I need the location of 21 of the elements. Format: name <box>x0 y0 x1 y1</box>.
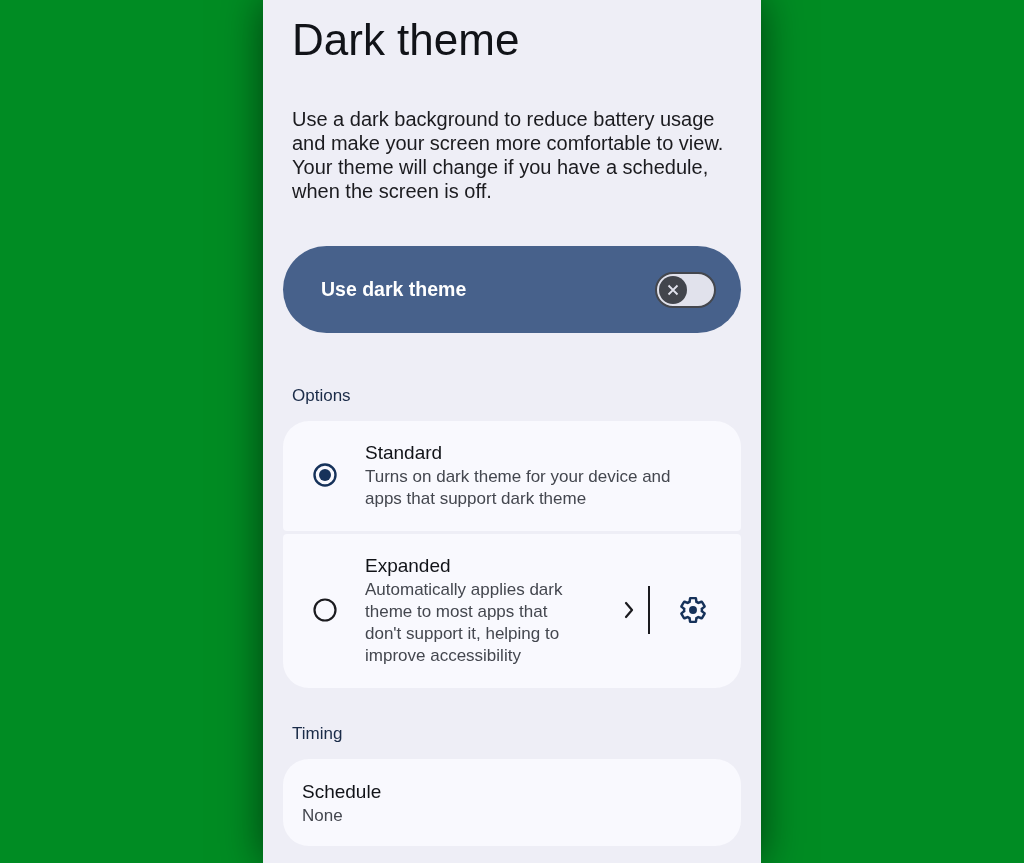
option-description: Turns on dark theme for your device and apps that support dark theme <box>365 466 672 510</box>
radio-button[interactable] <box>313 463 337 487</box>
radio-button[interactable] <box>313 598 337 622</box>
toggle-label: Use dark theme <box>321 276 467 302</box>
toggle-card[interactable]: Use dark theme <box>283 246 741 333</box>
x-icon <box>659 275 687 304</box>
option-title: Standard <box>365 441 444 465</box>
page-description: Use a dark background to reduce battery usage and make your screen more comfortable to view. Your theme will change if you have a schedule, when the screen is off. <box>291 107 725 203</box>
schedule-row[interactable]: Schedule None <box>283 759 741 846</box>
section-heading: Options <box>291 385 352 407</box>
setting-title: Schedule <box>302 780 382 804</box>
chevron-right-icon[interactable] <box>624 601 634 619</box>
settings-icon[interactable] <box>680 597 706 623</box>
option-title: Expanded <box>365 554 452 578</box>
option-row[interactable]: Standard Turns on dark theme for your device and apps that support dark theme <box>283 421 741 531</box>
toggle-switch[interactable] <box>655 271 716 308</box>
page-title: Dark theme <box>291 14 521 66</box>
section-heading: Timing <box>291 723 344 745</box>
setting-value: None <box>302 805 344 827</box>
option-row[interactable]: Expanded Automatically applies dark theme to most apps that don't support it, helping to improve accessibility <box>283 534 741 688</box>
option-description: Automatically applies dark theme to most apps that don't support it, helping to improve accessibility <box>365 579 564 667</box>
